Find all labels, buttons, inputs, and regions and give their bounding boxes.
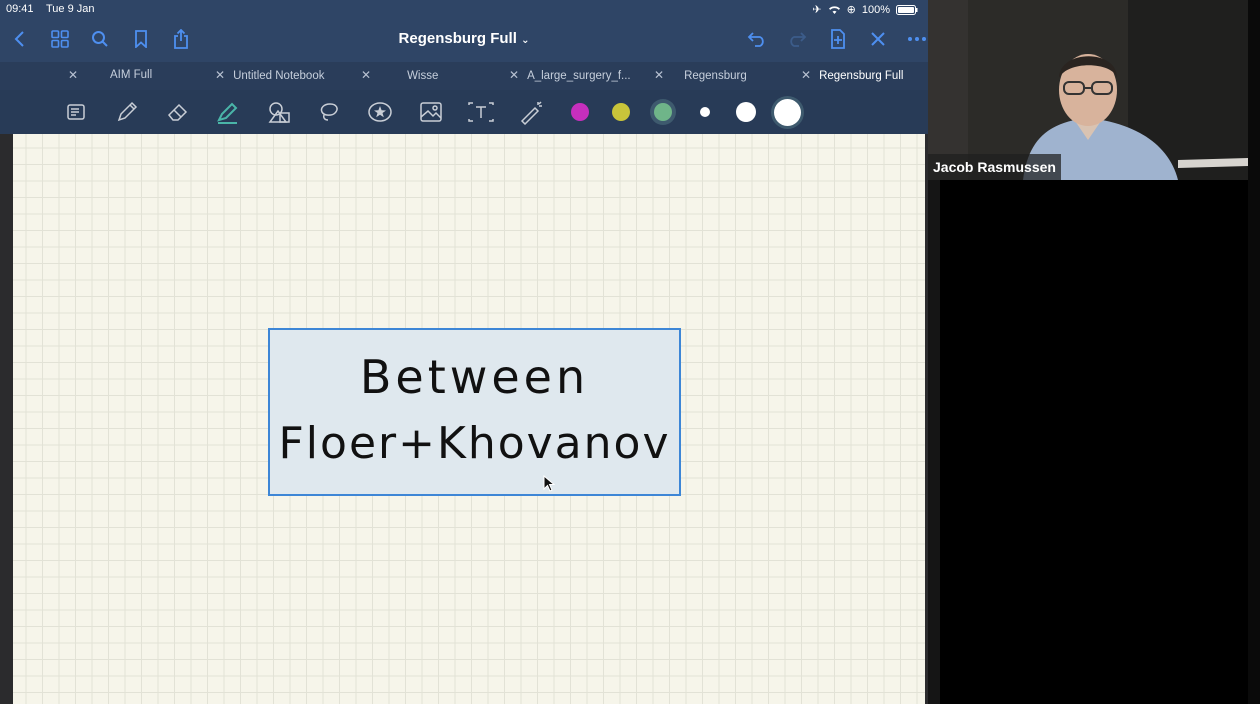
canvas-area: Between Floer+Khovanov	[0, 134, 928, 704]
ipad-screen: 09:41 Tue 9 Jan ✈ ⊕ 100% Regensburg Full…	[0, 0, 928, 704]
chevron-down-icon: ⌄	[521, 35, 530, 46]
participant-video-frame	[928, 0, 1248, 180]
tab-label-aim-full[interactable]: AIM Full	[110, 62, 152, 90]
tab-label: Regensburg	[684, 70, 747, 82]
document-title: Regensburg Full	[398, 30, 517, 47]
shapes-icon[interactable]	[265, 98, 293, 126]
tab-close-icon[interactable]: ✕	[215, 68, 225, 82]
more-icon[interactable]	[906, 28, 928, 50]
stroke-size-small[interactable]	[700, 107, 710, 117]
battery-percent: 100%	[861, 3, 890, 16]
tab-regensburg-full[interactable]: ✕ Regensburg Full	[801, 62, 903, 90]
notebook-page[interactable]: Between Floer+Khovanov	[13, 134, 925, 704]
tab-bar: ✕ AIM Full ✕ Untitled Notebook ✕ Wisse ✕ A_…	[0, 62, 928, 90]
status-date: Tue 9 Jan	[46, 3, 95, 15]
orientation-lock-icon: ⊕	[846, 4, 856, 16]
close-icon[interactable]	[867, 28, 889, 50]
battery-icon	[896, 4, 918, 15]
elements-icon[interactable]	[366, 98, 394, 126]
handwritten-line-2: Floer+Khovanov	[278, 418, 671, 469]
lasso-icon[interactable]	[316, 98, 344, 126]
color-swatch-green	[654, 103, 672, 121]
title-box[interactable]: Between Floer+Khovanov	[268, 328, 681, 496]
tab-aim-full[interactable]: ✕	[68, 62, 86, 90]
color-swatch-magenta[interactable]	[571, 103, 589, 121]
right-edge	[1248, 0, 1260, 704]
mouse-pointer-icon	[543, 475, 555, 492]
airplane-icon: ✈	[812, 4, 822, 16]
tab-untitled-notebook[interactable]: ✕ Untitled Notebook	[215, 62, 324, 90]
text-tool-icon[interactable]	[467, 98, 495, 126]
tab-close-icon[interactable]: ✕	[68, 68, 78, 82]
participant-video[interactable]: Jacob Rasmussen	[928, 0, 1248, 180]
status-bar: 09:41 Tue 9 Jan ✈ ⊕ 100%	[0, 0, 928, 18]
tab-a-large-surgery[interactable]: ✕ A_large_surgery_f...	[509, 62, 631, 90]
tab-regensburg[interactable]: ✕ Regensburg	[654, 62, 747, 90]
laser-pointer-icon[interactable]	[518, 98, 546, 126]
tab-close-icon[interactable]: ✕	[509, 68, 519, 82]
wifi-icon	[828, 5, 840, 14]
stroke-size-large	[774, 99, 801, 126]
status-time: 09:41	[6, 3, 34, 15]
scan-tool-icon[interactable]	[62, 98, 90, 126]
color-swatch-green-selected[interactable]	[650, 99, 676, 125]
tab-label: A_large_surgery_f...	[527, 70, 631, 82]
highlighter-icon[interactable]	[214, 98, 242, 126]
stroke-size-medium[interactable]	[736, 102, 756, 122]
nav-bar: Regensburg Full ⌄	[0, 18, 928, 62]
undo-icon[interactable]	[746, 28, 768, 50]
eraser-icon[interactable]	[164, 98, 192, 126]
stroke-size-large-selected[interactable]	[771, 96, 804, 129]
tab-wisse[interactable]: ✕ Wisse	[361, 62, 438, 90]
add-page-icon[interactable]	[827, 28, 849, 50]
participant-name-label: Jacob Rasmussen	[928, 154, 1061, 180]
handwritten-line-1: Between	[359, 350, 590, 404]
divider	[928, 180, 940, 704]
tab-label: Regensburg Full	[819, 70, 904, 82]
redo-icon[interactable]	[786, 28, 808, 50]
tab-close-icon[interactable]: ✕	[361, 68, 371, 82]
tab-close-icon[interactable]: ✕	[801, 68, 811, 82]
image-icon[interactable]	[417, 98, 445, 126]
color-swatch-yellow[interactable]	[612, 103, 630, 121]
tab-label: Untitled Notebook	[233, 70, 325, 82]
pen-icon[interactable]	[113, 98, 141, 126]
drawing-toolbar	[0, 90, 928, 134]
tab-label: Wisse	[407, 70, 439, 82]
tab-close-icon[interactable]: ✕	[654, 68, 664, 82]
status-indicators: ✈ ⊕ 100%	[812, 3, 918, 16]
